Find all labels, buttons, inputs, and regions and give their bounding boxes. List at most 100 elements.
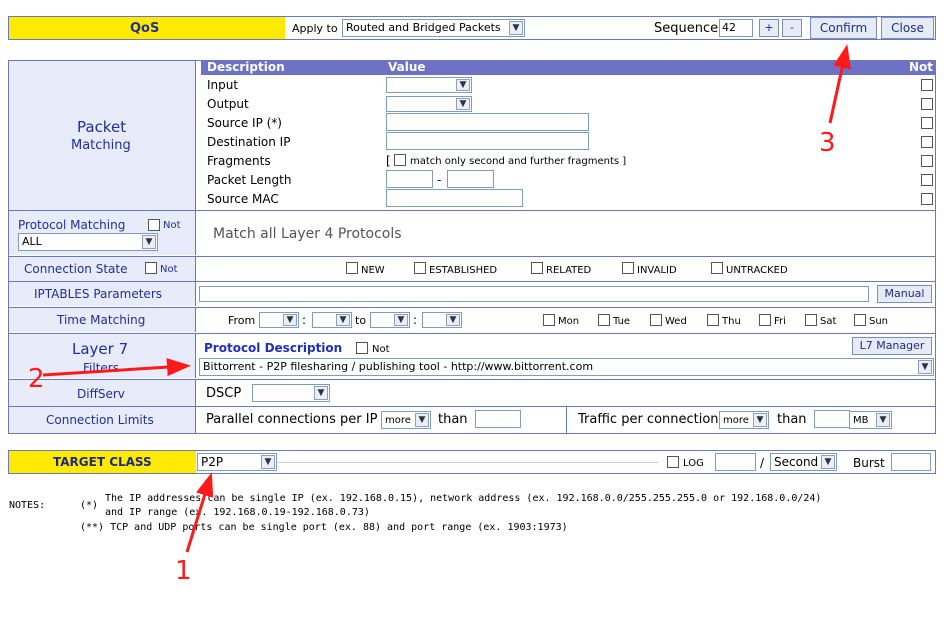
state-established-checkbox[interactable] <box>414 262 426 274</box>
burst-input[interactable] <box>891 453 931 471</box>
not-checkbox-output[interactable] <box>921 98 933 110</box>
log-checkbox[interactable] <box>667 456 679 468</box>
parallel-count-input[interactable] <box>475 410 521 428</box>
notes-star: (*) <box>80 500 99 511</box>
chevron-down-icon: ▼ <box>446 314 460 326</box>
traffic-amount-input[interactable] <box>814 410 850 428</box>
diffserv-label: DiffServ <box>77 387 125 401</box>
manual-button[interactable]: Manual <box>877 285 932 303</box>
day-tue-label: Tue <box>613 316 631 327</box>
day-sat-checkbox[interactable] <box>805 314 817 326</box>
time-colon: : <box>413 313 418 327</box>
input-interface-select[interactable]: ▼ <box>386 77 472 93</box>
source-mac-input[interactable] <box>386 189 523 207</box>
day-sun-checkbox[interactable] <box>854 314 866 326</box>
from-hour-select[interactable]: ▼ <box>259 312 299 328</box>
day-sat-label: Sat <box>820 316 837 327</box>
annotation-number-3: 3 <box>819 128 836 158</box>
to-hour-select[interactable]: ▼ <box>370 312 410 328</box>
fragments-bracket: [ <box>386 154 391 168</box>
target-class-select[interactable]: P2P ▼ <box>197 453 277 471</box>
traffic-unit-select[interactable]: MB ▼ <box>849 411 892 429</box>
not-checkbox-destination-ip[interactable] <box>921 136 933 148</box>
day-thu-label: Thu <box>722 316 741 327</box>
sequence-plus-button[interactable]: + <box>759 19 779 37</box>
chevron-down-icon: ▼ <box>142 235 156 249</box>
connection-state-not-checkbox[interactable] <box>145 262 157 274</box>
from-minute-select[interactable]: ▼ <box>312 312 352 328</box>
confirm-button[interactable]: Confirm <box>810 17 877 39</box>
chevron-down-icon: ▼ <box>509 21 523 35</box>
rate-slash: / <box>760 456 765 470</box>
layer7-not-checkbox[interactable] <box>356 342 368 354</box>
state-invalid-checkbox[interactable] <box>622 262 634 274</box>
state-new-checkbox[interactable] <box>346 262 358 274</box>
state-related-label: RELATED <box>546 265 592 276</box>
target-class-label: TARGET CLASS <box>53 455 152 469</box>
iptables-input[interactable] <box>199 286 869 302</box>
day-mon-checkbox[interactable] <box>543 314 555 326</box>
close-button[interactable]: Close <box>881 17 934 39</box>
time-colon: : <box>302 313 307 327</box>
source-ip-input[interactable] <box>386 113 589 131</box>
not-checkbox-source-ip[interactable] <box>921 117 933 129</box>
not-checkbox-source-mac[interactable] <box>921 193 933 205</box>
protocol-select[interactable]: ALL ▼ <box>18 233 158 251</box>
day-fri-label: Fri <box>774 316 786 327</box>
l7-manager-button[interactable]: L7 Manager <box>852 337 932 355</box>
day-tue-checkbox[interactable] <box>598 314 610 326</box>
not-checkbox-packet-length[interactable] <box>921 174 933 186</box>
connection-state-not-label: Not <box>160 264 178 275</box>
rate-unit-select[interactable]: Second ▼ <box>770 453 837 471</box>
packet-length-min-input[interactable] <box>386 170 433 188</box>
layer7-title: Layer 7 <box>72 340 129 358</box>
fragments-checkbox[interactable] <box>394 154 406 166</box>
chevron-down-icon: ▼ <box>456 98 470 110</box>
protocol-description: Match all Layer 4 Protocols <box>213 226 402 242</box>
row-label-packet-length: Packet Length <box>207 173 292 187</box>
col-value: Value <box>388 60 426 74</box>
protocol-not-checkbox[interactable] <box>148 219 160 231</box>
page-title: QoS <box>130 21 160 36</box>
parallel-comparator-select[interactable]: more ▼ <box>381 411 431 429</box>
connection-state-label: Connection State <box>24 262 128 276</box>
sequence-input[interactable]: 42 <box>719 19 753 37</box>
day-thu-checkbox[interactable] <box>707 314 719 326</box>
not-checkbox-fragments[interactable] <box>921 155 933 167</box>
layer7-protocol-select[interactable]: Bittorrent - P2P filesharing / publishin… <box>199 358 934 376</box>
row-label-output: Output <box>207 97 249 111</box>
sequence-minus-button[interactable]: - <box>782 19 802 37</box>
not-checkbox-input[interactable] <box>921 79 933 91</box>
parallel-connections-label: Parallel connections per IP <box>206 412 378 427</box>
day-wed-label: Wed <box>665 316 687 327</box>
apply-to-select[interactable]: Routed and Bridged Packets ▼ <box>342 19 525 37</box>
packet-columns-header <box>201 61 935 75</box>
day-sun-label: Sun <box>869 316 889 327</box>
day-fri-checkbox[interactable] <box>759 314 771 326</box>
chevron-down-icon: ▼ <box>918 360 932 374</box>
state-related-checkbox[interactable] <box>531 262 543 274</box>
destination-ip-input[interactable] <box>386 132 589 150</box>
iptables-label: IPTABLES Parameters <box>34 287 162 301</box>
traffic-unit-value: MB <box>853 415 869 426</box>
row-label-source-mac: Source MAC <box>207 192 279 206</box>
protocol-matching-label: Protocol Matching <box>18 218 126 232</box>
parallel-than-label: than <box>438 412 468 427</box>
to-minute-select[interactable]: ▼ <box>422 312 462 328</box>
dscp-select[interactable]: ▼ <box>252 384 330 402</box>
protocol-not-label: Not <box>163 220 181 231</box>
traffic-comparator-select[interactable]: more ▼ <box>719 411 769 429</box>
packet-length-max-input[interactable] <box>447 170 494 188</box>
chevron-down-icon: ▼ <box>261 455 275 469</box>
day-wed-checkbox[interactable] <box>650 314 662 326</box>
notes-title: NOTES: <box>9 500 46 511</box>
layer7-protocol-value: Bittorrent - P2P filesharing / publishin… <box>203 360 594 373</box>
chevron-down-icon: ▼ <box>283 314 297 326</box>
packet-length-dash: - <box>437 173 442 187</box>
annotation-number-1: 1 <box>175 556 192 586</box>
log-rate-input[interactable] <box>715 453 756 471</box>
state-untracked-checkbox[interactable] <box>711 262 723 274</box>
output-interface-select[interactable]: ▼ <box>386 96 472 112</box>
notes-line-3: (**) TCP and UDP ports can be single por… <box>80 522 568 533</box>
burst-label: Burst <box>853 456 885 470</box>
